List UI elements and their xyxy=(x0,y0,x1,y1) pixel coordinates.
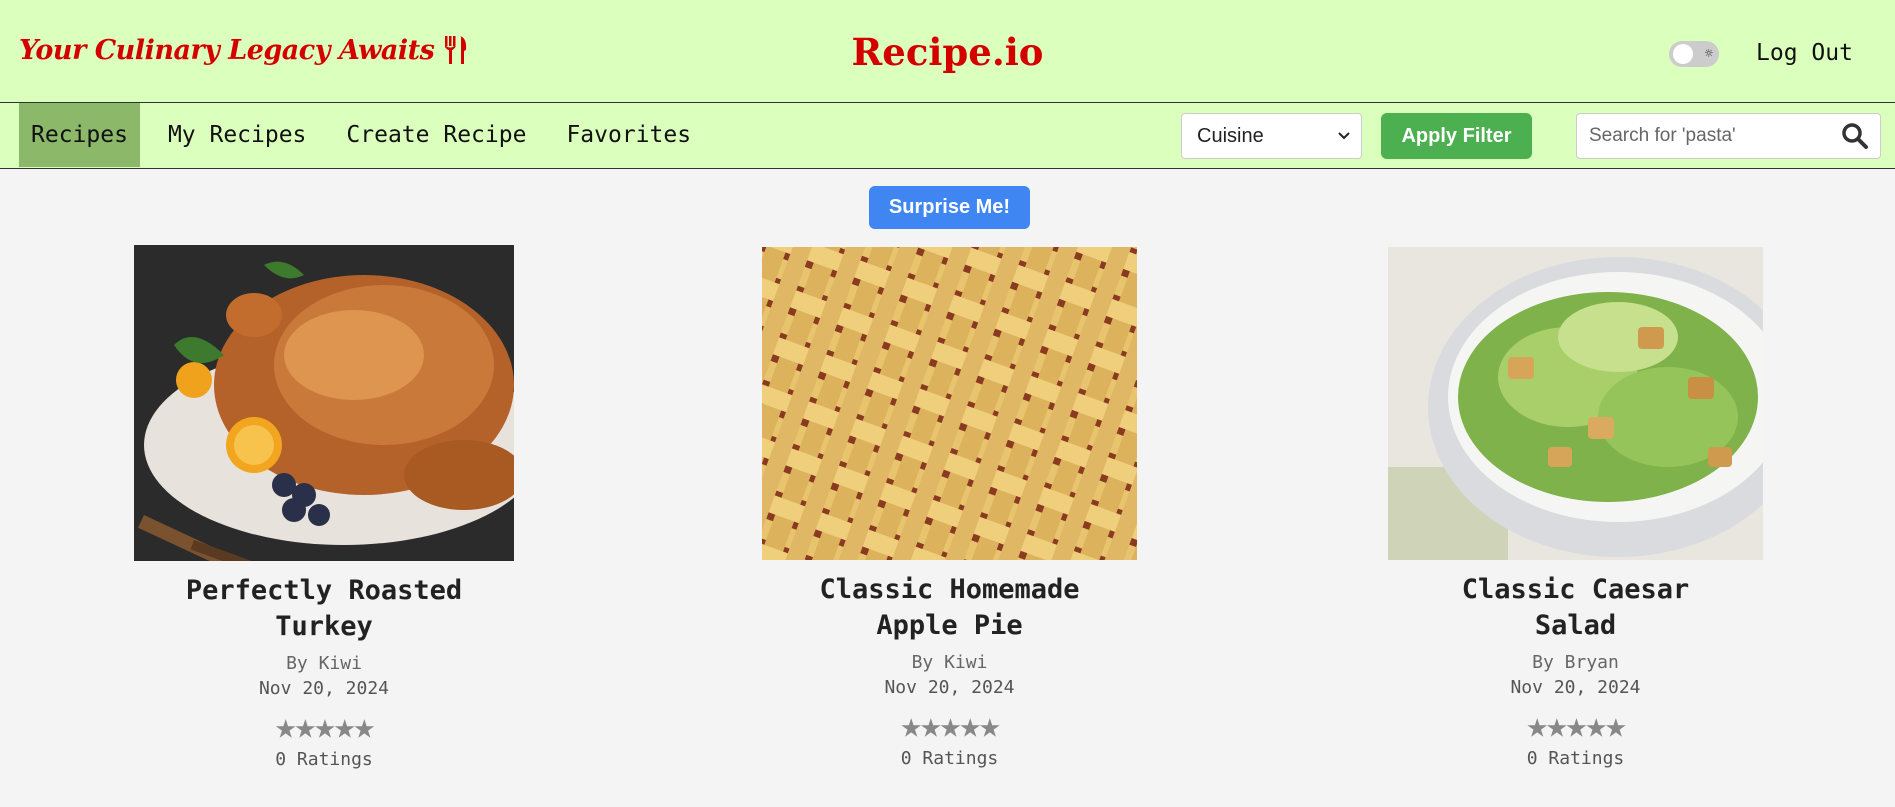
recipe-image-turkey[interactable] xyxy=(134,245,514,561)
recipe-title-line: Salad xyxy=(1534,610,1617,641)
nav-item-my-recipes[interactable]: My Recipes xyxy=(156,103,318,167)
recipe-title-line: Classic Homemade xyxy=(819,574,1080,605)
recipe-date: Nov 20, 2024 xyxy=(258,678,390,699)
apply-filter-button[interactable]: Apply Filter xyxy=(1381,113,1532,159)
chevron-down-icon xyxy=(1338,132,1350,140)
nav-item-create-recipe[interactable]: Create Recipe xyxy=(334,103,538,167)
search-box xyxy=(1576,113,1881,159)
star-rating[interactable]: ★★★★★ xyxy=(762,706,1137,746)
star-rating[interactable]: ★★★★★ xyxy=(1388,706,1763,746)
theme-toggle[interactable]: ☼ xyxy=(1669,41,1719,67)
toggle-knob xyxy=(1673,44,1693,64)
sun-icon: ☼ xyxy=(1704,46,1713,62)
ratings-count: 0 Ratings xyxy=(900,748,999,769)
recipe-title-line: Apple Pie xyxy=(876,610,1023,641)
top-header: Your Culinary Legacy Awaits Recipe.io ☼ … xyxy=(0,0,1895,103)
logout-button[interactable]: Log Out xyxy=(1756,40,1853,66)
recipe-card[interactable]: Perfectly Roasted Turkey By Kiwi Nov 20,… xyxy=(134,245,514,770)
recipe-card[interactable]: Classic Caesar Salad By Bryan Nov 20, 20… xyxy=(1388,247,1763,769)
recipe-title-line: Classic Caesar xyxy=(1461,574,1690,605)
recipe-title[interactable]: Perfectly Roasted Turkey xyxy=(134,573,514,645)
recipe-author: By Kiwi xyxy=(286,653,362,674)
ratings-count: 0 Ratings xyxy=(1526,748,1625,769)
cuisine-select-value: Cuisine xyxy=(1197,124,1264,147)
brand-logo[interactable]: Recipe.io xyxy=(0,30,1895,74)
ratings-count: 0 Ratings xyxy=(275,749,373,770)
recipe-title-line: Perfectly Roasted xyxy=(185,575,463,606)
recipe-title[interactable]: Classic Caesar Salad xyxy=(1388,572,1763,644)
nav-item-recipes[interactable]: Recipes xyxy=(19,103,140,167)
nav-item-favorites[interactable]: Favorites xyxy=(554,103,703,167)
recipe-image-caesar-salad[interactable] xyxy=(1388,247,1763,560)
recipe-author: By Bryan xyxy=(1532,652,1619,673)
cuisine-select[interactable]: Cuisine xyxy=(1181,113,1362,159)
recipe-image-apple-pie[interactable] xyxy=(762,247,1137,560)
surprise-me-button[interactable]: Surprise Me! xyxy=(869,186,1030,229)
nav-bar: Recipes My Recipes Create Recipe Favorit… xyxy=(0,103,1895,169)
recipe-title-line: Turkey xyxy=(275,611,373,642)
nav-items: Recipes My Recipes Create Recipe Favorit… xyxy=(19,103,719,168)
recipe-date: Nov 20, 2024 xyxy=(1510,677,1641,698)
star-rating[interactable]: ★★★★★ xyxy=(134,707,514,747)
search-input[interactable] xyxy=(1587,124,1840,148)
search-icon[interactable] xyxy=(1840,121,1870,151)
recipe-date: Nov 20, 2024 xyxy=(884,677,1015,698)
recipe-card[interactable]: Classic Homemade Apple Pie By Kiwi Nov 2… xyxy=(762,247,1137,769)
recipe-author: By Kiwi xyxy=(911,652,988,673)
recipe-title[interactable]: Classic Homemade Apple Pie xyxy=(762,572,1137,644)
